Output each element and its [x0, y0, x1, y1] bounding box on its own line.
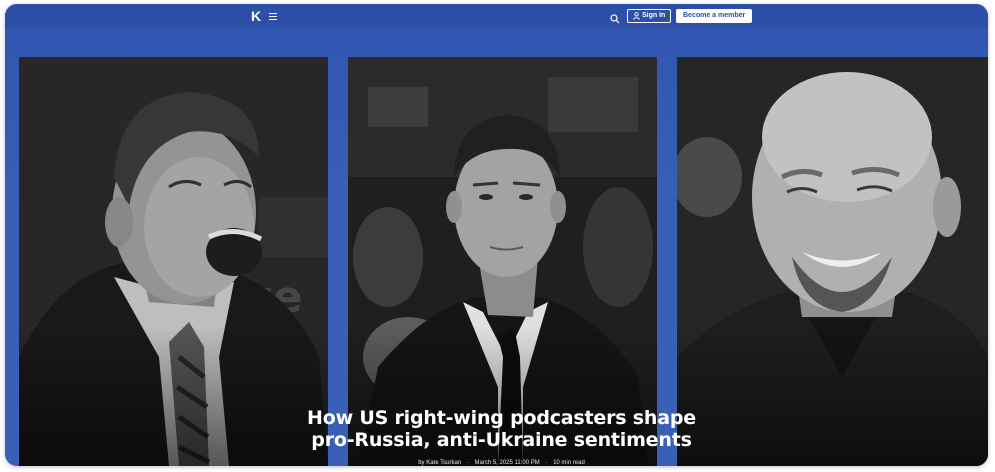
- article-byline[interactable]: by Kate Tsurkan: [418, 460, 461, 466]
- photo-right: [677, 57, 988, 466]
- photo-center: [348, 57, 657, 466]
- hamburger-menu-icon[interactable]: [269, 12, 279, 21]
- article-meta: by Kate Tsurkan · March 5, 2025 11:00 PM…: [205, 459, 798, 466]
- user-icon: [633, 12, 640, 20]
- photo-left: ze: [19, 57, 328, 466]
- separator-dot: ·: [545, 460, 548, 466]
- sign-in-button[interactable]: Sign In: [627, 9, 672, 23]
- article-read-time: 10 min read: [553, 460, 585, 466]
- sign-in-label: Sign In: [642, 12, 666, 19]
- site-logo[interactable]: K: [251, 8, 261, 24]
- headline-line-2: pro-Russia, anti-Ukraine sentiments: [311, 429, 692, 451]
- search-icon[interactable]: [610, 11, 620, 24]
- article-headline[interactable]: How US right-wing podcasters shape pro-R…: [205, 407, 798, 451]
- site-header: K Sign In Become a member: [5, 4, 988, 28]
- headline-line-1: How US right-wing podcasters shape: [307, 407, 696, 429]
- page-frame: K Sign In Become a member ze: [5, 4, 988, 466]
- article-date: March 5, 2025 11:00 PM: [474, 460, 540, 466]
- separator-dot: ·: [466, 460, 469, 466]
- become-member-button[interactable]: Become a member: [676, 9, 753, 23]
